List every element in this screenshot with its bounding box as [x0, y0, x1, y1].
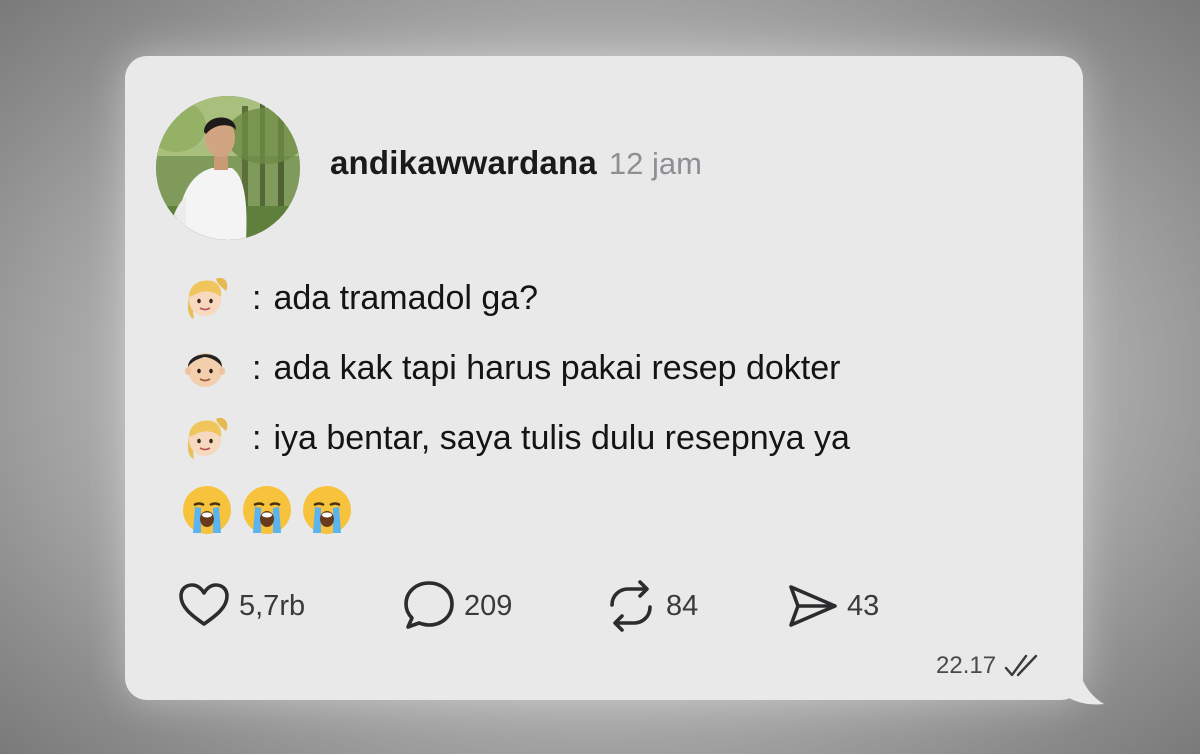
message-timestamp: 22.17 [936, 652, 1040, 680]
profile-photo-icon [156, 96, 300, 240]
chat-separator: : [252, 348, 262, 387]
speech-bubble-icon [404, 581, 454, 629]
post-header: andikawwardana 12 jam [330, 144, 702, 188]
man-black-hair-emoji [180, 343, 230, 393]
chat-text: ada kak tapi harus pakai resep dokter [273, 348, 841, 387]
paper-plane-icon [789, 585, 837, 627]
chat-separator: : [252, 418, 262, 457]
repost-count: 84 [666, 589, 699, 622]
chat-line: : ada kak tapi harus pakai resep dokter [180, 341, 840, 395]
repost-button[interactable]: 84 [602, 578, 698, 634]
reaction-emojis [180, 483, 354, 537]
loudly-crying-face-emoji [300, 483, 354, 537]
chat-text: ada tramadol ga? [273, 278, 539, 317]
action-bar: 5,7rb 209 84 43 [175, 578, 935, 634]
chat-line: : iya bentar, saya tulis dulu resepnya y… [180, 411, 850, 465]
chat-line: : ada tramadol ga? [180, 271, 538, 325]
like-count: 5,7rb [239, 589, 306, 622]
woman-blonde-ponytail-emoji [180, 413, 230, 463]
heart-icon [179, 583, 229, 626]
share-count: 43 [847, 589, 880, 622]
post-time: 12 jam [608, 146, 702, 181]
comment-count: 209 [464, 589, 513, 622]
bubble-tail [1060, 662, 1104, 705]
chat-text: iya bentar, saya tulis dulu resepnya ya [273, 418, 850, 457]
loudly-crying-face-emoji [180, 483, 234, 537]
timestamp-text: 22.17 [936, 652, 997, 679]
comment-button[interactable]: 209 [400, 578, 512, 634]
share-button[interactable]: 43 [783, 578, 879, 634]
chat-separator: : [252, 278, 262, 317]
double-check-icon [1004, 654, 1038, 677]
loudly-crying-face-emoji [240, 483, 294, 537]
username[interactable]: andikawwardana [330, 144, 597, 182]
woman-blonde-ponytail-emoji [180, 273, 230, 323]
avatar[interactable] [156, 96, 300, 240]
like-button[interactable]: 5,7rb [175, 578, 305, 634]
repost-icon [610, 580, 652, 632]
